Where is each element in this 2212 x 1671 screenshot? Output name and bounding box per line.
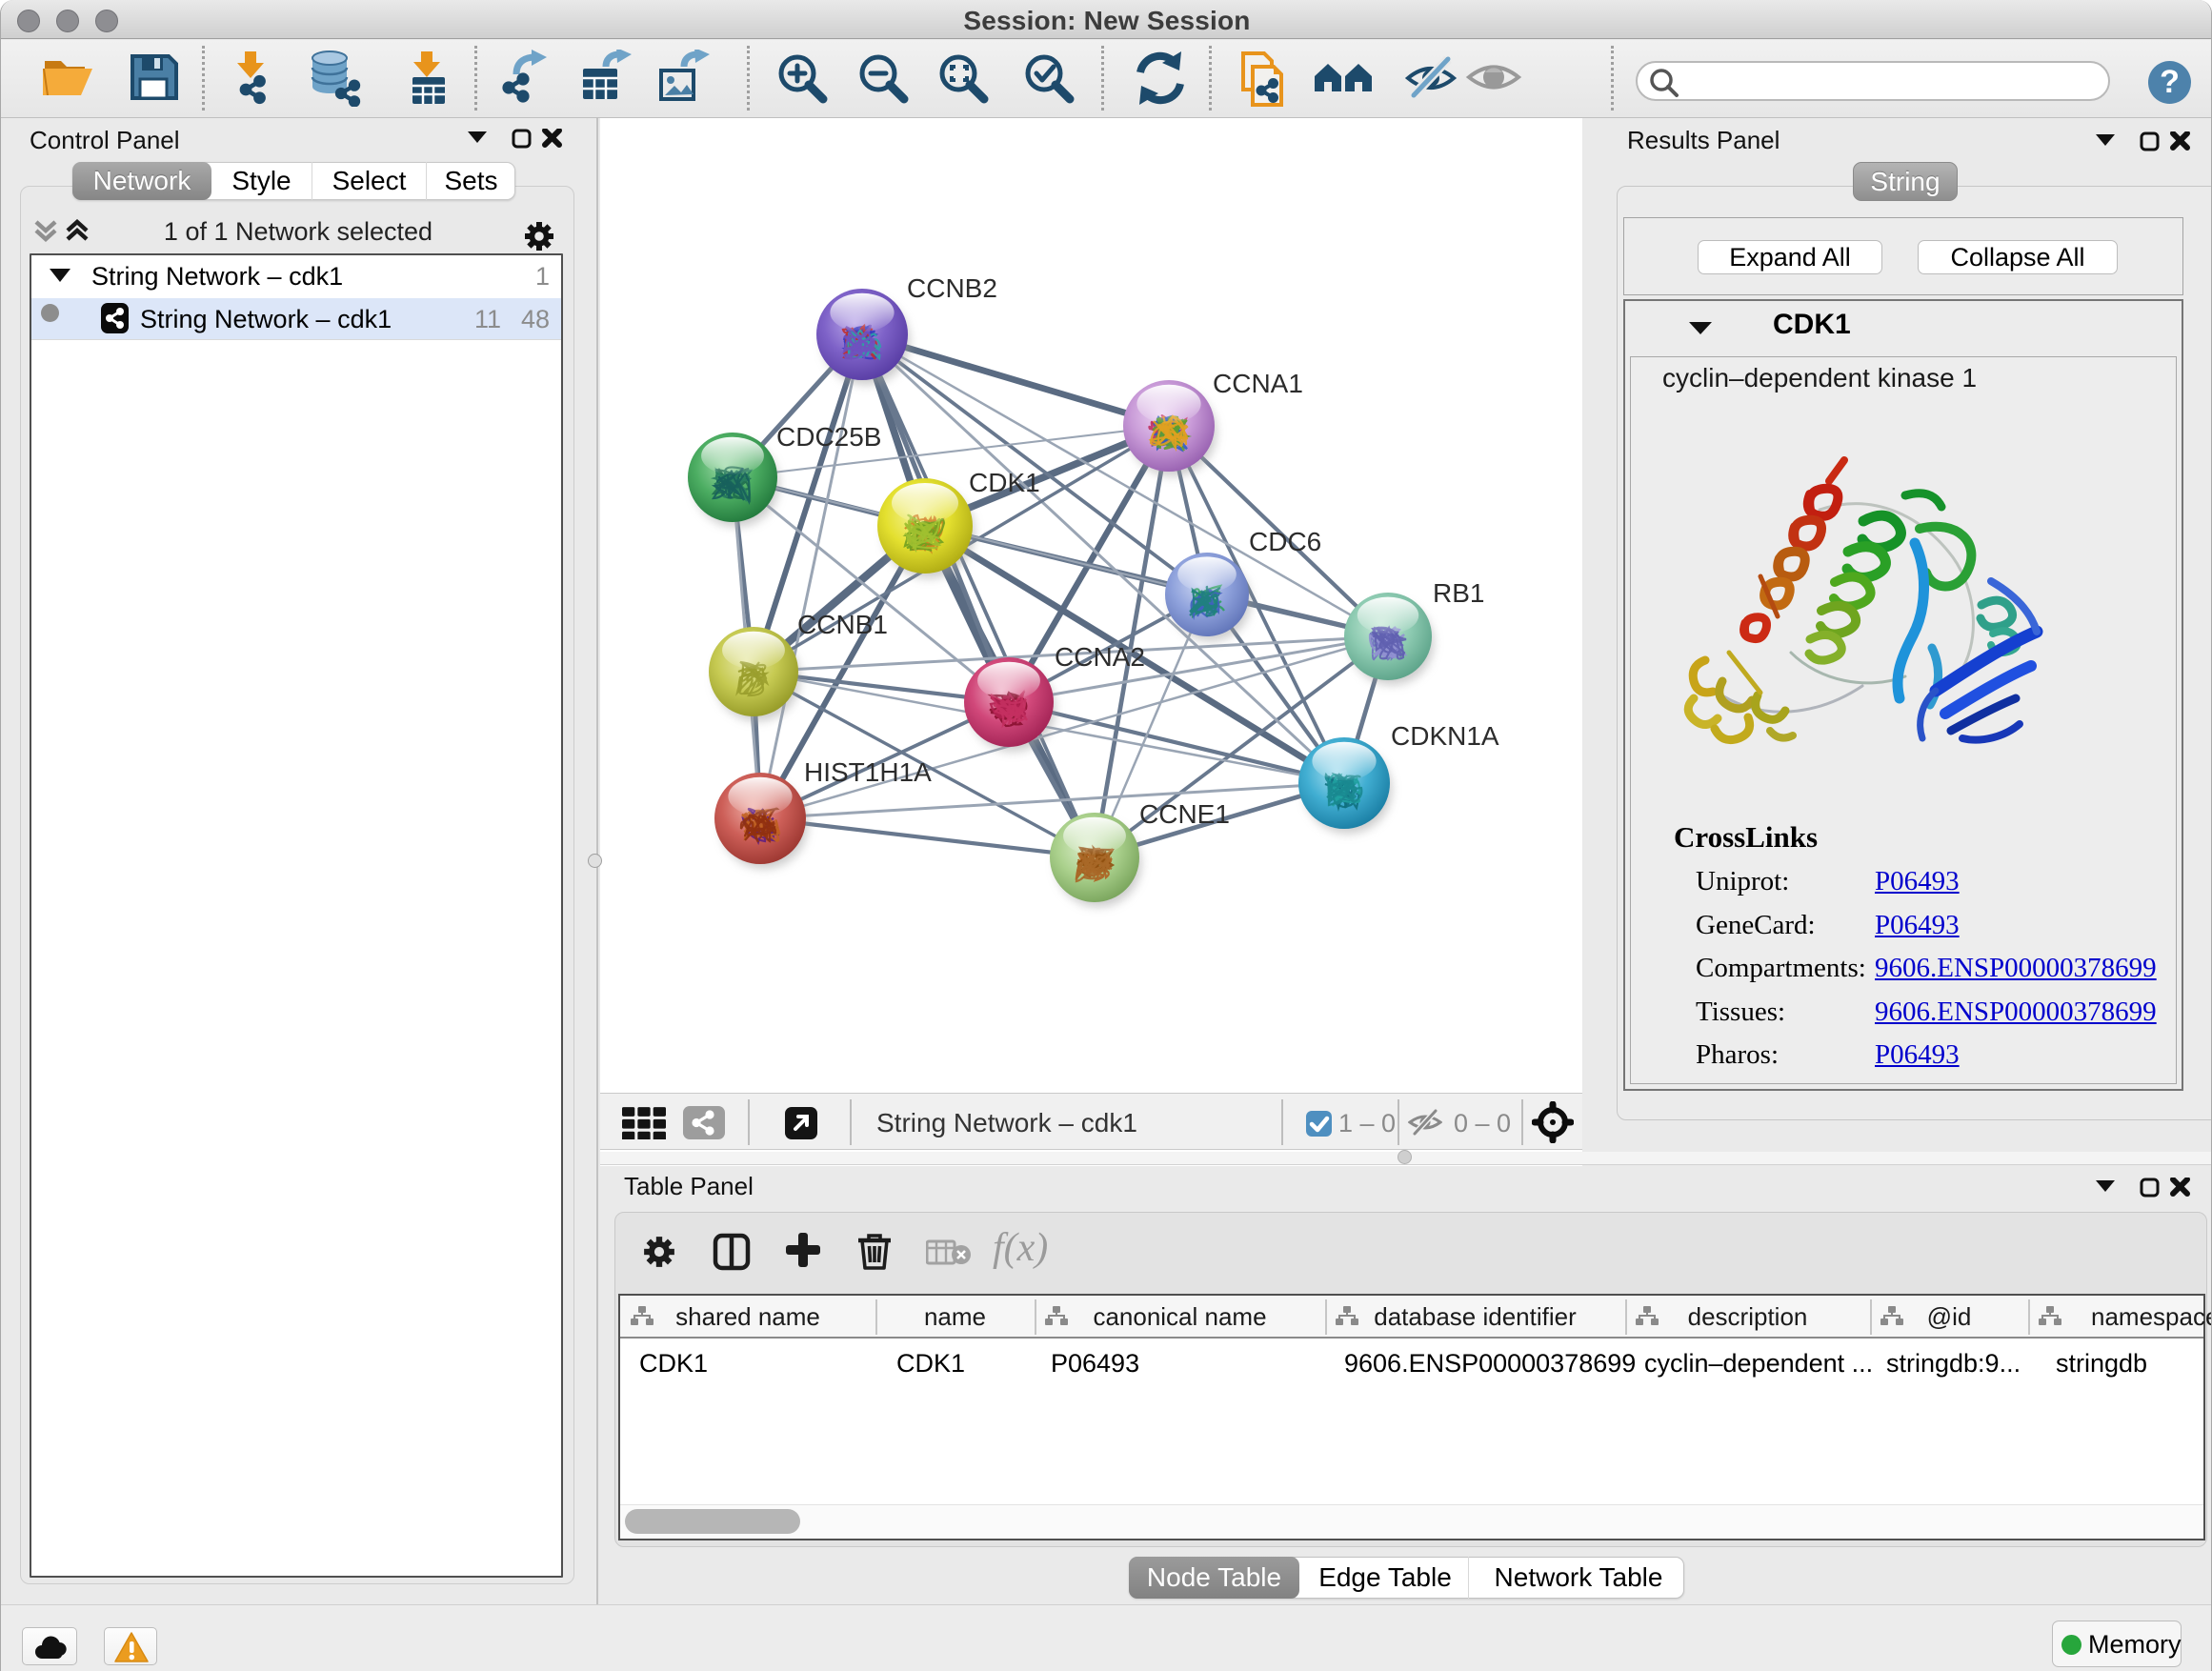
svg-text:CDKN1A: CDKN1A <box>1391 721 1499 751</box>
svg-text:CCNA1: CCNA1 <box>1213 369 1303 398</box>
svg-text:RB1: RB1 <box>1433 578 1484 608</box>
svg-text:HIST1H1A: HIST1H1A <box>804 757 932 787</box>
svg-text:CCNB2: CCNB2 <box>907 273 997 303</box>
svg-text:CCNB1: CCNB1 <box>797 610 888 639</box>
svg-text:CCNE1: CCNE1 <box>1139 799 1230 829</box>
svg-text:CDC25B: CDC25B <box>776 422 881 452</box>
svg-text:CDC6: CDC6 <box>1249 527 1321 556</box>
svg-text:CCNA2: CCNA2 <box>1055 642 1145 672</box>
svg-text:CDK1: CDK1 <box>969 468 1040 497</box>
